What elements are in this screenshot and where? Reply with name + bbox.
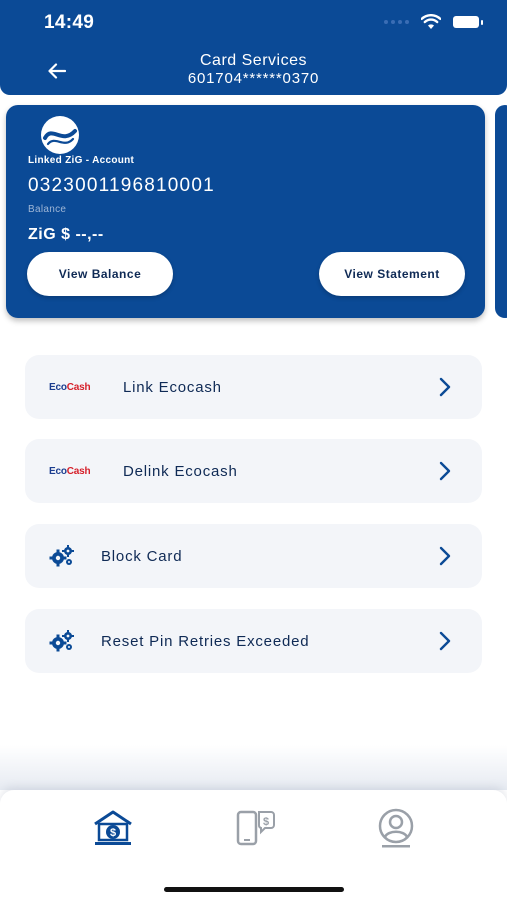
- ecocash-logo: EcoCash: [49, 381, 91, 393]
- view-balance-button[interactable]: View Balance: [27, 252, 173, 296]
- block-card-item[interactable]: Block Card: [25, 524, 482, 588]
- next-card-peek[interactable]: [495, 105, 507, 318]
- app-header: 14:49 Card Services 601704******0370: [0, 0, 507, 95]
- tab-home[interactable]: $: [91, 806, 135, 850]
- tab-profile[interactable]: [374, 806, 418, 850]
- wifi-icon: [421, 14, 441, 29]
- ecocash-logo: EcoCash: [49, 465, 91, 477]
- page-title: Card Services: [200, 52, 307, 69]
- reset-pin-retries-item[interactable]: Reset Pin Retries Exceeded: [25, 609, 482, 673]
- bottom-tab-bar: $ $: [0, 790, 507, 900]
- balance-label: Balance: [28, 204, 67, 215]
- bank-logo-icon: [41, 116, 79, 154]
- balance-value: ZiG $ --,--: [28, 226, 104, 243]
- mobile-payment-icon: $: [236, 810, 275, 846]
- gears-icon: [49, 545, 74, 567]
- service-label: Block Card: [101, 547, 183, 565]
- status-time: 14:49: [44, 12, 95, 33]
- service-label: Link Ecocash: [123, 378, 222, 396]
- svg-text:$: $: [263, 816, 269, 828]
- status-indicators: [384, 12, 483, 32]
- bank-home-icon: $: [94, 810, 132, 845]
- view-statement-button[interactable]: View Statement: [319, 252, 465, 296]
- linked-account-label: Linked ZiG - Account: [28, 155, 135, 166]
- scroll-fade: [0, 745, 507, 790]
- chevron-right-icon: [439, 461, 451, 481]
- chevron-right-icon: [439, 631, 451, 651]
- battery-icon: [453, 16, 483, 28]
- profile-icon: [378, 808, 414, 848]
- service-label: Delink Ecocash: [123, 462, 238, 480]
- signal-icon: [384, 20, 409, 24]
- delink-ecocash-item[interactable]: EcoCash Delink Ecocash: [25, 439, 482, 503]
- chevron-right-icon: [439, 377, 451, 397]
- gears-icon: [49, 630, 74, 652]
- service-label: Reset Pin Retries Exceeded: [101, 632, 310, 650]
- masked-card-number: 601704******0370: [187, 70, 320, 87]
- tab-payments[interactable]: $: [232, 806, 276, 850]
- account-number: 0323001196810001: [28, 175, 215, 196]
- link-ecocash-item[interactable]: EcoCash Link Ecocash: [25, 355, 482, 419]
- home-indicator: [164, 887, 344, 892]
- account-card: Linked ZiG - Account 0323001196810001 Ba…: [6, 105, 485, 318]
- chevron-right-icon: [439, 546, 451, 566]
- svg-text:$: $: [110, 827, 116, 839]
